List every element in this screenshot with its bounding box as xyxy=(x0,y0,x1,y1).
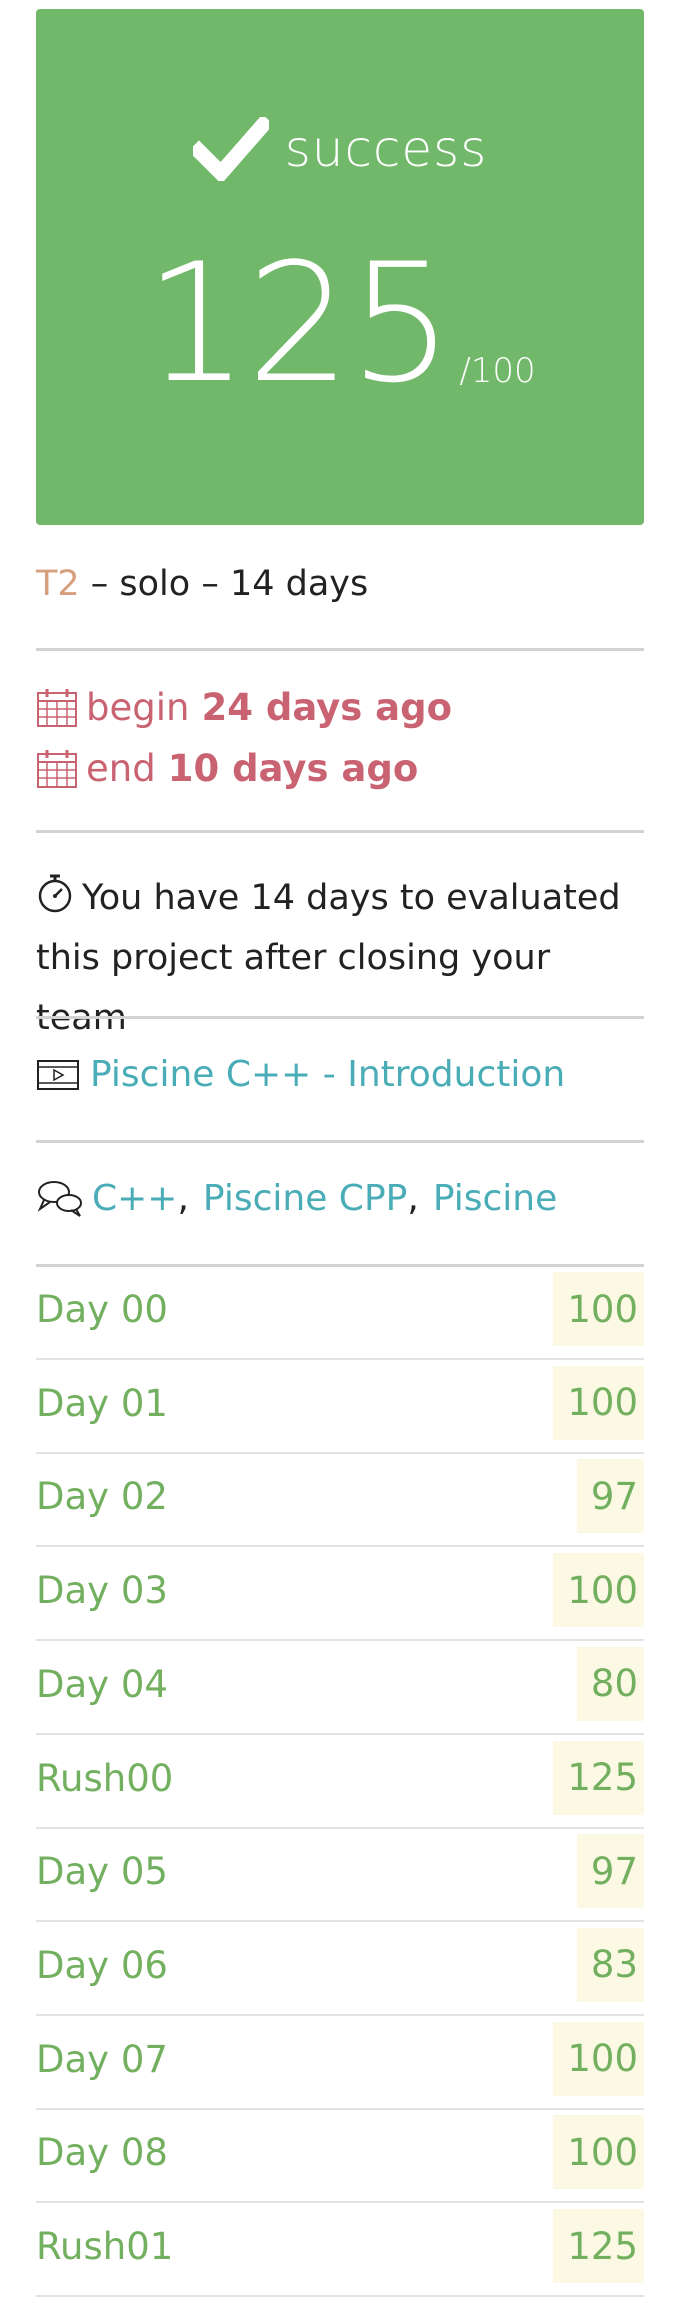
project-row[interactable]: Day 08 100 xyxy=(36,2109,644,2204)
project-score: 100 xyxy=(553,1365,644,1440)
status-text: success xyxy=(284,120,488,178)
project-row[interactable]: Rush01 125 xyxy=(36,2203,644,2297)
end-label: end xyxy=(86,747,156,790)
project-name[interactable]: Day 08 xyxy=(36,2131,168,2174)
begin-value: 24 days ago xyxy=(201,686,453,729)
project-name[interactable]: Day 07 xyxy=(36,2038,168,2081)
score-row: 125 /100 xyxy=(36,228,644,419)
project-score: 125 xyxy=(553,1740,644,1815)
tag-link[interactable]: Piscine xyxy=(433,1178,557,1219)
stopwatch-icon xyxy=(38,874,72,913)
project-row[interactable]: Day 04 80 xyxy=(36,1641,644,1735)
tag-separator: , xyxy=(177,1178,189,1219)
calendar-icon xyxy=(37,749,77,788)
project-row[interactable]: Day 00 100 xyxy=(36,1266,644,1360)
begin-label: begin xyxy=(86,686,190,729)
final-score: 125 xyxy=(144,228,453,419)
project-score: 97 xyxy=(576,1459,644,1534)
project-name[interactable]: Day 04 xyxy=(36,1663,168,1706)
project-row[interactable]: Rush00 125 xyxy=(36,1735,644,1829)
project-sidebar: success 125 /100 T2 – solo – 14 days beg… xyxy=(0,0,678,2312)
video-row: Piscine C++ - Introduction xyxy=(36,1054,565,1095)
project-score: 125 xyxy=(553,2209,644,2283)
tag-separator: , xyxy=(407,1178,419,1219)
project-row[interactable]: Day 06 83 xyxy=(36,1922,644,2016)
divider xyxy=(36,1016,644,1019)
checkmark-icon xyxy=(192,117,269,181)
tier-label: T2 xyxy=(36,564,80,604)
tag-link[interactable]: C++ xyxy=(92,1178,177,1219)
project-row[interactable]: Day 01 100 xyxy=(36,1360,644,1454)
project-name[interactable]: Day 02 xyxy=(36,1475,168,1518)
end-value: 10 days ago xyxy=(167,747,419,790)
project-name[interactable]: Day 01 xyxy=(36,1382,168,1425)
divider xyxy=(36,830,644,833)
begin-date: begin 24 days ago xyxy=(36,686,452,729)
project-row[interactable]: Day 03 100 xyxy=(36,1547,644,1642)
project-name[interactable]: Day 06 xyxy=(36,1944,168,1987)
project-score: 97 xyxy=(576,1834,644,1909)
video-icon xyxy=(37,1059,79,1090)
evaluation-notice: You have 14 days to evaluated this proje… xyxy=(36,868,646,1048)
score-max: /100 xyxy=(459,351,536,391)
project-row[interactable]: Day 07 100 xyxy=(36,2016,644,2110)
project-score: 100 xyxy=(553,1553,644,1628)
project-name[interactable]: Rush00 xyxy=(36,1757,173,1800)
chat-bubbles-icon xyxy=(37,1180,82,1217)
tags-row: C++, Piscine CPP, Piscine xyxy=(36,1178,557,1219)
tag-link[interactable]: Piscine CPP xyxy=(203,1178,407,1219)
divider xyxy=(36,648,644,651)
notice-text: You have 14 days to evaluated this proje… xyxy=(36,878,621,1038)
project-score: 100 xyxy=(553,1272,644,1346)
project-name[interactable]: Day 05 xyxy=(36,1850,168,1893)
row-divider xyxy=(36,2295,644,2297)
result-card: success 125 /100 xyxy=(36,9,644,525)
project-details: – solo – 14 days xyxy=(79,564,369,604)
project-row[interactable]: Day 02 97 xyxy=(36,1453,644,1548)
project-score: 80 xyxy=(576,1646,644,1721)
project-name[interactable]: Rush01 xyxy=(36,2225,173,2268)
project-meta: T2 – solo – 14 days xyxy=(36,562,368,606)
project-score: 83 xyxy=(576,1927,644,2002)
project-row[interactable]: Day 05 97 xyxy=(36,1828,644,1923)
status-row: success xyxy=(36,117,644,181)
calendar-icon xyxy=(37,688,77,727)
project-name[interactable]: Day 00 xyxy=(36,1288,168,1331)
video-link[interactable]: Piscine C++ - Introduction xyxy=(90,1054,565,1095)
end-date: end 10 days ago xyxy=(36,747,418,790)
project-name[interactable]: Day 03 xyxy=(36,1569,168,1612)
project-score: 100 xyxy=(553,2021,644,2096)
project-score: 100 xyxy=(553,2115,644,2190)
divider xyxy=(36,1140,644,1143)
